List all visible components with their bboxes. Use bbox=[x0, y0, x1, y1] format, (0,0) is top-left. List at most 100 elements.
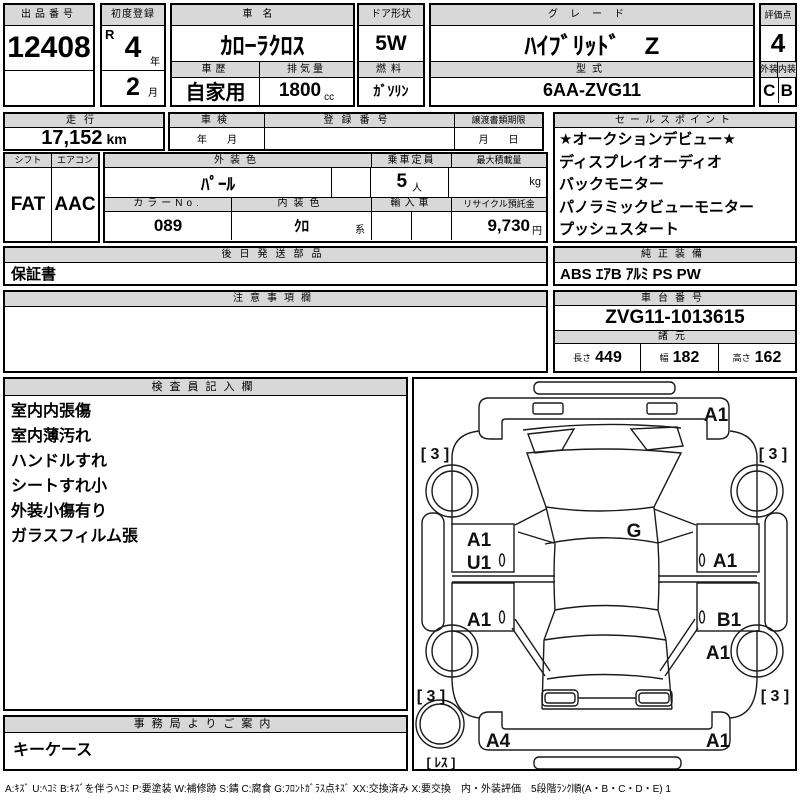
sales-points-list: ★オークションデビュー★ ディスプレイオーディオ バックモニター パノラミックビ… bbox=[555, 128, 795, 243]
interior-color-cell: ｸﾛ 系 bbox=[232, 211, 372, 240]
color-no-label: カラーNo. bbox=[105, 197, 232, 212]
exterior-color-extra-cell bbox=[332, 168, 371, 197]
registration-number-value bbox=[265, 128, 454, 149]
height-label: 高さ bbox=[732, 353, 751, 363]
sales-points-label: セールスポイント bbox=[555, 114, 795, 128]
displacement-label: 排気量 bbox=[260, 62, 353, 78]
recycle-unit: 円 bbox=[532, 226, 542, 237]
color-capacity-header-row: 外装色 乗車定員 最大積載量 bbox=[105, 154, 546, 168]
roof-left-edge bbox=[553, 543, 556, 611]
inspector-box: 検査員記入欄 室内内張傷 室内薄汚れ ハンドルすれ シートすれ小 外装小傷有り … bbox=[3, 377, 408, 711]
later-parts-label: 後日発送部品 bbox=[5, 248, 546, 263]
office-value: キーケース bbox=[13, 742, 93, 759]
mileage-unit: km bbox=[106, 130, 127, 147]
vin-value: ZVG11-1013615 bbox=[555, 306, 795, 331]
first-registration-month: 2 bbox=[126, 72, 140, 101]
model-code-label: 型式 bbox=[431, 62, 753, 78]
length-label: 長さ bbox=[573, 353, 592, 363]
registration-group-box: 車検 年 月 登録番号 譲渡書類期限 月 日 bbox=[168, 112, 544, 151]
rear-left-quarter-line bbox=[451, 630, 481, 719]
max-load-label: 最大積載量 bbox=[452, 154, 546, 168]
inspector-note: シートすれ小 bbox=[11, 478, 108, 495]
interior-color-value: ｸﾛ bbox=[293, 218, 309, 236]
inspector-note: ハンドルすれ bbox=[11, 453, 108, 470]
width-value: 182 bbox=[672, 348, 700, 366]
front-lamp-left bbox=[532, 402, 564, 415]
vin-specs-box: 車台番号 ZVG11-1013615 諸元 長さ 449 幅 182 高さ 16… bbox=[553, 290, 797, 373]
exterior-grade: C bbox=[761, 78, 779, 103]
width-cell: 幅 182 bbox=[641, 344, 719, 371]
auction-number-label: 出品番号 bbox=[5, 5, 93, 26]
era-mark: R bbox=[105, 27, 115, 42]
door-handle bbox=[698, 610, 706, 624]
front-grille-bar bbox=[533, 381, 676, 395]
tire-grade-rear-right: [ 3 ] bbox=[761, 688, 789, 705]
front-lamp-right bbox=[646, 402, 678, 415]
shaken-hint: 年 月 bbox=[197, 135, 237, 146]
aircon-label: エアコン bbox=[52, 154, 98, 168]
interior-grade: B bbox=[780, 80, 793, 100]
width-label: 幅 bbox=[659, 353, 669, 363]
left-rocker bbox=[421, 512, 445, 632]
score-value: 4 bbox=[761, 26, 795, 62]
rear-bumper bbox=[478, 711, 731, 751]
displacement-value-cell: 1800 cc bbox=[260, 78, 353, 104]
interior-color-suffix: 系 bbox=[355, 225, 365, 236]
length-value: 449 bbox=[595, 348, 622, 366]
shift-value: FAT bbox=[10, 193, 46, 215]
first-registration-year: 4 bbox=[124, 31, 142, 64]
fuel-label: 燃料 bbox=[359, 62, 423, 78]
oem-equipment-box: 純正装備 ABS ｴｱB ｱﾙﾐ PS PW bbox=[553, 246, 797, 286]
shaken-label: 車検 bbox=[170, 114, 264, 128]
oem-equipment-value: ABS ｴｱB ｱﾙﾐ PS PW bbox=[560, 266, 701, 283]
door-shape-box: ドア形状 5W 燃料 ｶﾞｿﾘﾝ bbox=[357, 3, 425, 107]
caution-value bbox=[5, 307, 546, 371]
damage-rear-bumper-right: A1 bbox=[706, 731, 731, 752]
color-no-value: 089 bbox=[105, 211, 232, 240]
damage-diagram-box: A1 [ 3 ] [ 3 ] G A1 U1 A1 A1 B1 A1 [ 3 ]… bbox=[412, 377, 797, 771]
score-box: 評価点 4 外装 内装 C B bbox=[759, 3, 797, 107]
sales-point: ディスプレイオーディオ bbox=[559, 153, 722, 171]
spare-tire-status: [ ﾚｽ ] bbox=[427, 755, 456, 769]
damage-rear-bumper-left: A4 bbox=[486, 731, 511, 752]
sales-points-box: セールスポイント ★オークションデビュー★ ディスプレイオーディオ バックモニタ… bbox=[553, 112, 797, 243]
score-label: 評価点 bbox=[761, 5, 795, 26]
shift-label: シフト bbox=[5, 154, 51, 168]
first-registration-year-cell: R 4 年 bbox=[102, 26, 164, 71]
legend-footer: A:ｷｽﾞ U:ﾍｺﾐ B:ｷｽﾞを伴うﾍｺﾐ P:要塗装 W:補修跡 S:錆 … bbox=[5, 784, 671, 795]
damage-front-bumper: A1 bbox=[704, 405, 729, 426]
displacement-cell: 排気量 1800 cc bbox=[260, 62, 353, 105]
import-car-cell-left bbox=[372, 211, 412, 240]
aircon-cell: エアコン AAC bbox=[52, 154, 98, 241]
year-unit: 年 bbox=[150, 57, 160, 68]
length-cell: 長さ 449 bbox=[555, 344, 641, 371]
caution-box: 注意事項欄 bbox=[3, 290, 548, 373]
sales-point: パノラミックビューモニター bbox=[559, 198, 755, 216]
recycle-value: 9,730 bbox=[487, 215, 530, 235]
front-bumper bbox=[478, 397, 730, 440]
inspector-note: 外装小傷有り bbox=[11, 503, 108, 520]
shift-cell: シフト FAT bbox=[5, 154, 52, 241]
damage-right-front-door: A1 bbox=[713, 551, 738, 572]
ext-int-value-row: C B bbox=[761, 78, 795, 103]
grade-value: ﾊｲﾌﾞﾘｯﾄﾞ Z bbox=[431, 26, 753, 62]
import-car-cell-right bbox=[412, 211, 452, 240]
later-parts-box: 後日発送部品 保証書 bbox=[3, 246, 548, 286]
history-cell: 車歴 自家用 bbox=[172, 62, 260, 105]
vin-label: 車台番号 bbox=[555, 292, 795, 306]
wiper-right bbox=[629, 426, 684, 451]
damage-left-rear-door: A1 bbox=[467, 610, 492, 631]
history-displacement-row: 車歴 自家用 排気量 1800 cc bbox=[172, 62, 353, 105]
sales-point: バックモニター bbox=[559, 176, 665, 193]
shaken-cell: 車検 年 月 bbox=[170, 114, 265, 149]
displacement-unit: cc bbox=[324, 92, 335, 103]
exterior-color-value: ﾊﾟｰﾙ bbox=[105, 168, 332, 197]
transfer-deadline-label: 譲渡書類期限 bbox=[455, 114, 542, 128]
ext-int-label-row: 外装 内装 bbox=[760, 62, 797, 78]
roof-rear-edge bbox=[554, 604, 659, 611]
office-box: 事務局よりご案内 キーケース bbox=[3, 715, 408, 771]
door-handle bbox=[498, 610, 506, 624]
import-car-label: 輸入車 bbox=[372, 197, 452, 212]
door-handle bbox=[498, 553, 506, 567]
later-parts-value: 保証書 bbox=[11, 266, 57, 283]
